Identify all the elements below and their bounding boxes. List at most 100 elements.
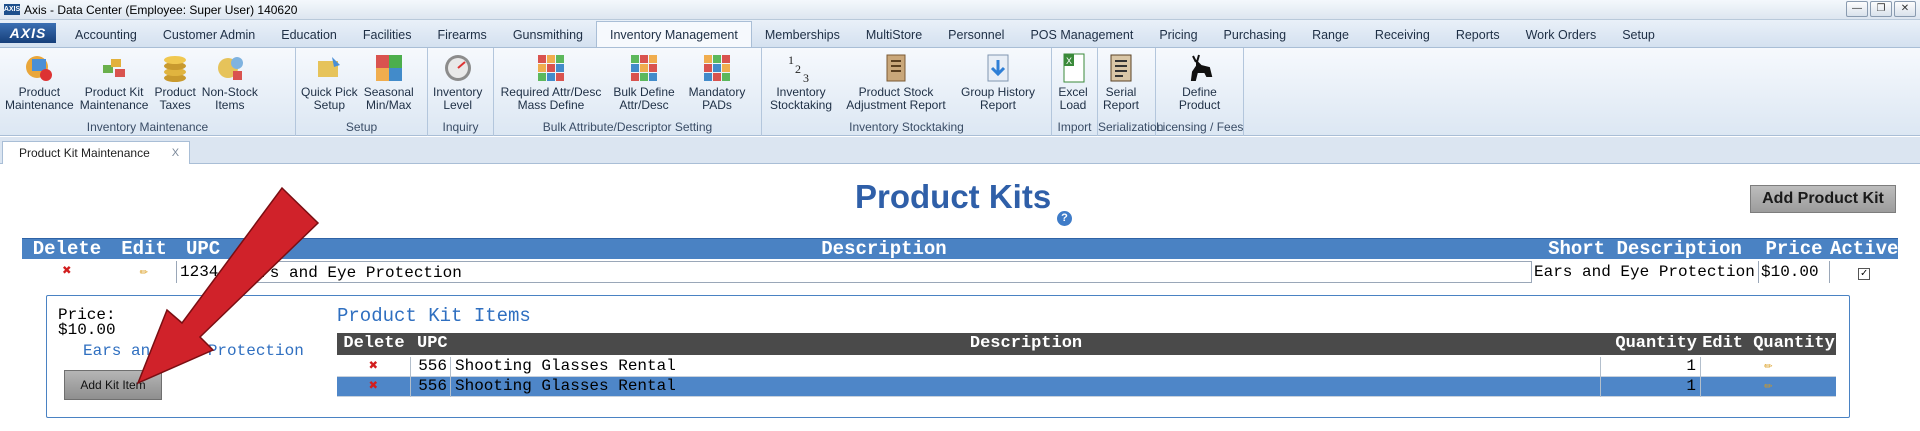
- grid-icon: [628, 51, 660, 85]
- kit-price-value: $10.00: [58, 321, 116, 339]
- item-quantity: 1: [1601, 357, 1701, 377]
- delete-item-icon[interactable]: ✖: [337, 357, 411, 377]
- tab-multistore[interactable]: MultiStore: [853, 23, 935, 47]
- close-window-button[interactable]: ✕: [1894, 1, 1916, 17]
- download-icon: [982, 51, 1014, 85]
- tab-inventory-management[interactable]: Inventory Management: [596, 21, 752, 47]
- kit-item-row[interactable]: ✖ 556 Shooting Glasses Rental 1 ✏: [337, 357, 1836, 377]
- kits-table-header: Delete Edit UPC Description Short Descri…: [22, 238, 1899, 260]
- tab-accounting[interactable]: Accounting: [62, 23, 150, 47]
- header-description: Description: [821, 238, 947, 260]
- tab-range[interactable]: Range: [1299, 23, 1362, 47]
- group-label: Inventory Stocktaking: [849, 120, 964, 134]
- group-bulk-attribute: Required Attr/Desc Mass Define Bulk Defi…: [494, 48, 762, 136]
- non-stock-icon: [214, 51, 246, 85]
- delete-kit-icon[interactable]: ✖: [22, 261, 112, 283]
- group-label: Inventory Maintenance: [86, 120, 209, 134]
- items-header-delete: Delete: [343, 334, 405, 353]
- header-price: Price: [1765, 238, 1823, 260]
- ribbon: Product Maintenance Product Kit Maintena…: [0, 48, 1920, 136]
- tab-education[interactable]: Education: [268, 23, 350, 47]
- window-title-bar: AXIS Axis - Data Center (Employee: Super…: [0, 0, 1920, 20]
- group-label: Bulk Attribute/Descriptor Setting: [542, 120, 713, 134]
- edit-kit-icon[interactable]: ✏: [112, 261, 176, 283]
- kit-detail-description: Ears and Eye Protection: [83, 342, 304, 360]
- serial-icon: [1105, 51, 1137, 85]
- deer-icon: [1184, 51, 1216, 85]
- kit-description: Ears and Eye Protection: [236, 261, 1532, 283]
- add-product-kit-button[interactable]: Add Product Kit: [1750, 185, 1896, 213]
- group-inquiry: Inventory Level Inquiry: [428, 48, 494, 136]
- group-label: Serialization: [1098, 120, 1164, 134]
- quick-pick-icon: [313, 51, 345, 85]
- edit-quantity-icon[interactable]: ✏: [1701, 357, 1836, 376]
- tab-receiving[interactable]: Receiving: [1362, 23, 1443, 47]
- product-kit-icon: [98, 51, 130, 85]
- kit-items-title: Product Kit Items: [337, 305, 531, 327]
- coins-icon: [159, 51, 191, 85]
- close-tab-icon[interactable]: X: [172, 147, 179, 159]
- group-label: Setup: [345, 120, 378, 134]
- items-header-description: Description: [969, 334, 1083, 353]
- group-serialization: Serial Report Serialization: [1098, 48, 1164, 136]
- tab-setup[interactable]: Setup: [1609, 23, 1668, 47]
- item-upc: 556: [411, 357, 451, 377]
- group-licensing-fees: Define Product Licensing / Fees: [1156, 48, 1244, 136]
- header-short-description: Short Description: [1548, 238, 1742, 260]
- svg-text:2: 2: [795, 62, 801, 76]
- svg-text:3: 3: [803, 71, 809, 84]
- grid-icon: [535, 51, 567, 85]
- tab-pricing[interactable]: Pricing: [1146, 23, 1210, 47]
- kit-upc: 1234: [176, 261, 236, 283]
- header-active: Active: [1830, 238, 1899, 260]
- seasonal-icon: [373, 51, 405, 85]
- kit-active-checkbox[interactable]: ✓: [1830, 261, 1898, 283]
- kit-price: $10.00: [1758, 261, 1830, 283]
- window-title: Axis - Data Center (Employee: Super User…: [24, 2, 298, 17]
- items-header-edit-quantity: Edit Quantity: [1702, 334, 1835, 353]
- group-label: Inquiry: [442, 120, 479, 134]
- item-quantity: 1: [1601, 377, 1701, 397]
- app-icon: AXIS: [3, 4, 21, 15]
- header-edit: Edit: [121, 238, 167, 260]
- tab-facilities[interactable]: Facilities: [350, 23, 425, 47]
- doc-tab-product-kit-maintenance[interactable]: Product Kit Maintenance X: [2, 141, 191, 164]
- kit-row[interactable]: ✖ ✏ 1234 Ears and Eye Protection Ears an…: [22, 261, 1898, 283]
- tab-personnel[interactable]: Personnel: [935, 23, 1017, 47]
- edit-quantity-icon[interactable]: ✏: [1701, 377, 1836, 396]
- add-kit-item-button[interactable]: Add Kit Item: [64, 370, 162, 400]
- items-header-upc: UPC: [417, 334, 448, 353]
- item-description: Shooting Glasses Rental: [451, 357, 1601, 377]
- checkbox-checked-icon[interactable]: ✓: [1858, 268, 1870, 280]
- items-header-quantity: Quantity: [1615, 334, 1697, 353]
- axis-logo[interactable]: AXIS: [0, 23, 56, 43]
- delete-item-icon[interactable]: ✖: [337, 377, 411, 397]
- kit-short-description: Ears and Eye Protection: [1534, 263, 1755, 281]
- group-label: Import: [1057, 120, 1092, 134]
- grid-icon: [701, 51, 733, 85]
- excel-icon: X: [1057, 51, 1089, 85]
- item-description: Shooting Glasses Rental: [451, 377, 1601, 397]
- tab-customer-admin[interactable]: Customer Admin: [150, 23, 268, 47]
- tab-firearms[interactable]: Firearms: [425, 23, 500, 47]
- maximize-button[interactable]: ❐: [1870, 1, 1892, 17]
- tab-memberships[interactable]: Memberships: [752, 23, 853, 47]
- minimize-button[interactable]: —: [1846, 1, 1868, 17]
- tab-purchasing[interactable]: Purchasing: [1211, 23, 1300, 47]
- tab-gunsmithing[interactable]: Gunsmithing: [500, 23, 596, 47]
- group-inventory-maintenance: Product Maintenance Product Kit Maintena…: [0, 48, 296, 136]
- doc-tab-label: Product Kit Maintenance: [19, 146, 150, 160]
- group-import: X Excel Load Import: [1052, 48, 1098, 136]
- group-setup: Quick Pick Setup Seasonal Min/Max Setup: [296, 48, 428, 136]
- product-maintenance-icon: [23, 51, 55, 85]
- item-upc: 556: [411, 377, 451, 397]
- kit-item-row-selected[interactable]: ✖ 556 Shooting Glasses Rental 1 ✏: [337, 377, 1836, 397]
- group-label: Licensing / Fees: [1156, 120, 1244, 134]
- report-icon: [880, 51, 912, 85]
- tab-pos-management[interactable]: POS Management: [1017, 23, 1146, 47]
- tab-work-orders[interactable]: Work Orders: [1513, 23, 1610, 47]
- kit-items-header: Delete UPC Description Quantity Edit Qua…: [337, 333, 1836, 355]
- help-icon[interactable]: ?: [1057, 211, 1072, 226]
- svg-text:1: 1: [788, 53, 794, 67]
- tab-reports[interactable]: Reports: [1443, 23, 1513, 47]
